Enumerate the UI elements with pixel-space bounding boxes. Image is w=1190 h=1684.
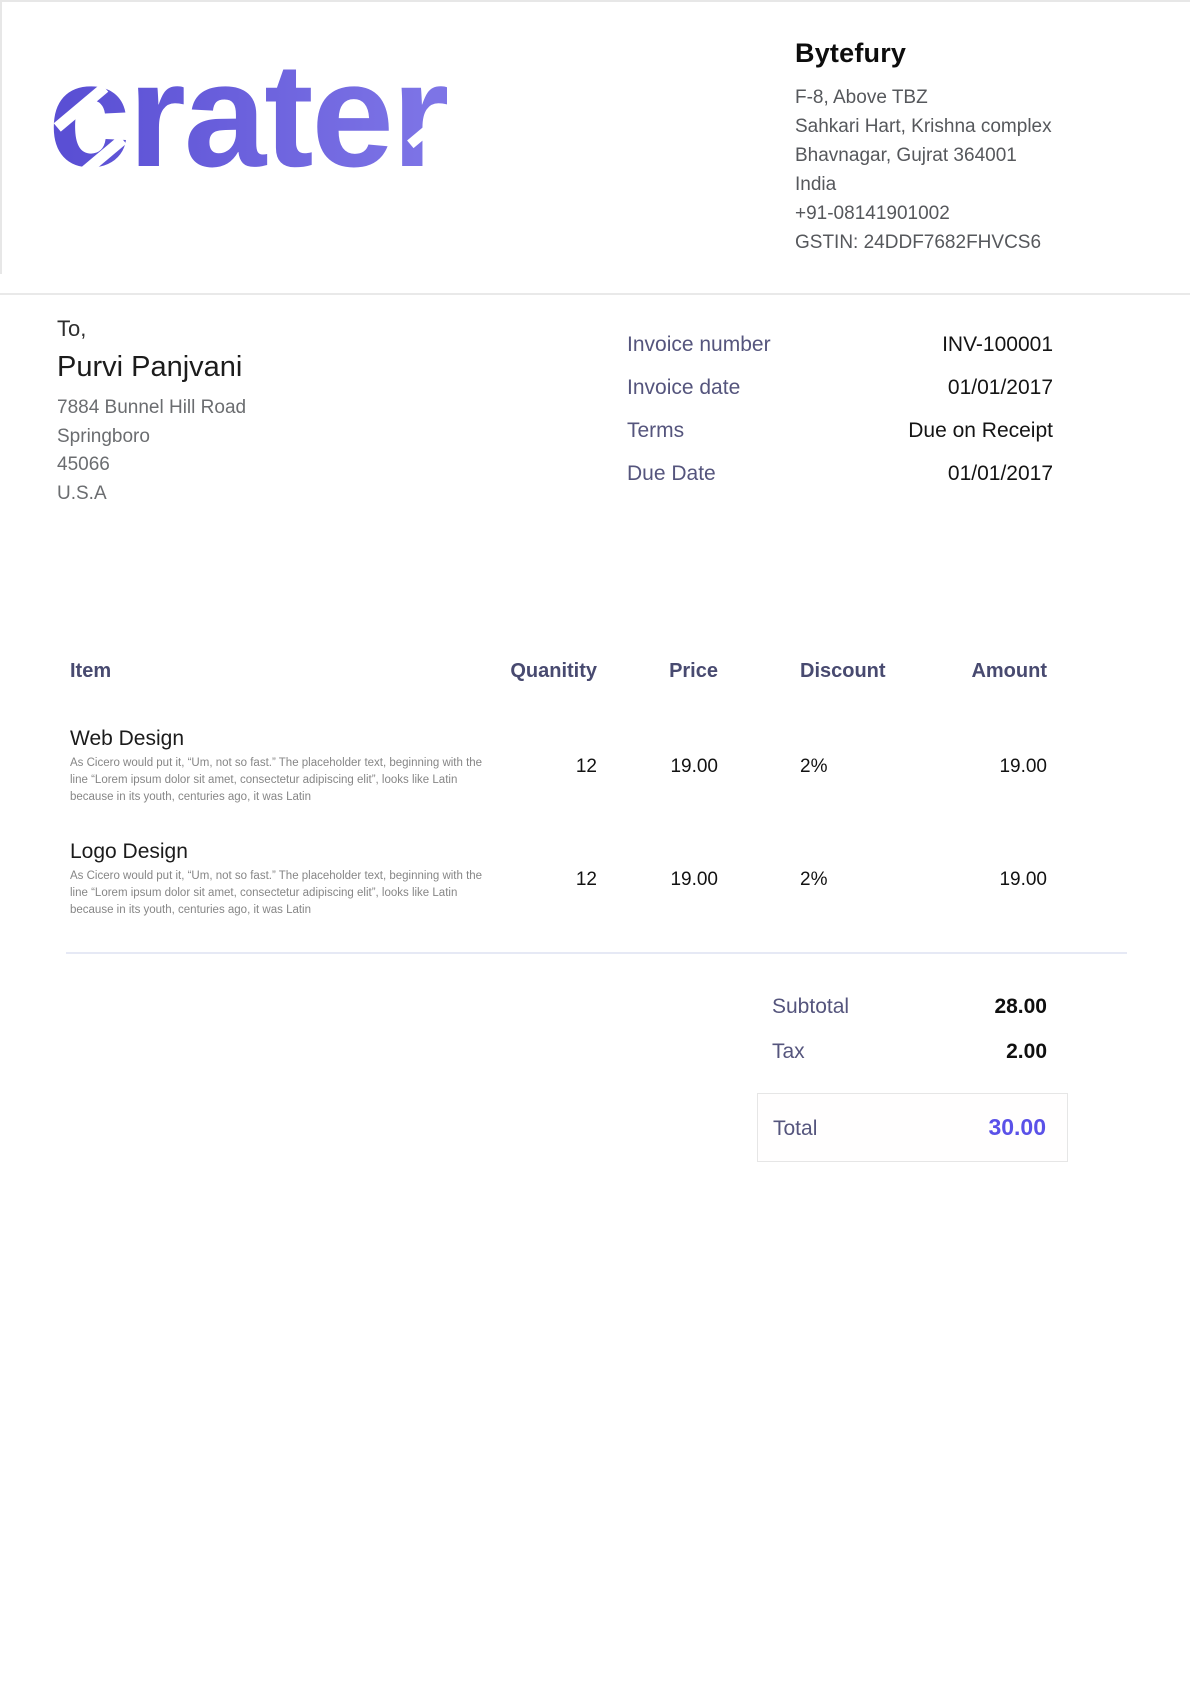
column-header-discount: Discount	[718, 658, 930, 685]
invoice-number-label: Invoice number	[627, 332, 771, 358]
invoice-details: Invoice number INV-100001 Invoice date 0…	[627, 332, 1053, 508]
table-row: Logo Design As Cicero would put it, “Um,…	[70, 839, 1047, 919]
total-label: Total	[773, 1117, 817, 1141]
invoice-header: crater Bytefury F-8, Above TBZ Sahkari H…	[0, 2, 1190, 295]
totals-block: Subtotal 28.00 Tax 2.00 Total 30.00	[757, 995, 1068, 1162]
invoice-date-row: Invoice date 01/01/2017	[627, 375, 1053, 401]
subtotal-label: Subtotal	[772, 995, 849, 1019]
customer-address-line: 45066	[57, 451, 627, 480]
company-address-line: Sahkari Hart, Krishna complex	[795, 112, 1085, 141]
company-name: Bytefury	[795, 38, 1085, 69]
item-price: 19.00	[597, 839, 718, 919]
customer-address-line: U.S.A	[57, 480, 627, 509]
total-row: Total 30.00	[757, 1093, 1068, 1162]
invoice-date-label: Invoice date	[627, 375, 740, 401]
column-header-item: Item	[70, 658, 500, 685]
items-table-header: Item Quanitity Price Discount Amount	[70, 658, 1047, 685]
terms-value: Due on Receipt	[908, 418, 1053, 444]
item-quantity: 12	[500, 726, 597, 806]
total-value: 30.00	[988, 1114, 1046, 1141]
item-cell: Web Design As Cicero would put it, “Um, …	[70, 726, 500, 806]
subtotal-value: 28.00	[994, 995, 1047, 1019]
to-label: To,	[57, 314, 627, 344]
column-header-quantity: Quanitity	[500, 658, 597, 685]
subtotal-row: Subtotal 28.00	[757, 995, 1068, 1019]
item-name: Web Design	[70, 726, 500, 752]
invoice-meta-section: To, Purvi Panjvani 7884 Bunnel Hill Road…	[0, 314, 1190, 508]
invoice-number-value: INV-100001	[942, 332, 1053, 358]
crater-logo: crater	[48, 42, 447, 194]
item-discount: 2%	[718, 726, 930, 806]
due-date-value: 01/01/2017	[948, 461, 1053, 487]
column-header-price: Price	[597, 658, 718, 685]
item-description: As Cicero would put it, “Um, not so fast…	[70, 755, 498, 806]
terms-label: Terms	[627, 418, 684, 444]
item-cell: Logo Design As Cicero would put it, “Um,…	[70, 839, 500, 919]
item-amount: 19.00	[930, 839, 1047, 919]
page-edge	[0, 2, 2, 274]
invoice-date-value: 01/01/2017	[948, 375, 1053, 401]
due-date-row: Due Date 01/01/2017	[627, 461, 1053, 487]
column-header-amount: Amount	[930, 658, 1047, 685]
table-row: Web Design As Cicero would put it, “Um, …	[70, 726, 1047, 806]
crater-logo-text: crater	[48, 42, 447, 190]
company-address-line: India	[795, 170, 1085, 199]
tax-row: Tax 2.00	[757, 1040, 1068, 1064]
bill-to-block: To, Purvi Panjvani 7884 Bunnel Hill Road…	[57, 314, 627, 508]
company-address-line: Bhavnagar, Gujrat 364001	[795, 141, 1085, 170]
company-info: Bytefury F-8, Above TBZ Sahkari Hart, Kr…	[795, 38, 1085, 293]
item-description: As Cicero would put it, “Um, not so fast…	[70, 868, 498, 919]
customer-address-line: Springboro	[57, 423, 627, 452]
customer-address-line: 7884 Bunnel Hill Road	[57, 394, 627, 423]
company-gstin: GSTIN: 24DDF7682FHVCS6	[795, 228, 1085, 257]
item-name: Logo Design	[70, 839, 500, 865]
due-date-label: Due Date	[627, 461, 716, 487]
item-discount: 2%	[718, 839, 930, 919]
item-quantity: 12	[500, 839, 597, 919]
customer-name: Purvi Panjvani	[57, 351, 627, 384]
tax-value: 2.00	[1006, 1040, 1047, 1064]
terms-row: Terms Due on Receipt	[627, 418, 1053, 444]
invoice-page: crater Bytefury F-8, Above TBZ Sahkari H…	[0, 0, 1190, 1684]
item-price: 19.00	[597, 726, 718, 806]
company-address-line: F-8, Above TBZ	[795, 83, 1085, 112]
items-table: Item Quanitity Price Discount Amount Web…	[70, 658, 1047, 919]
company-phone: +91-08141901002	[795, 199, 1085, 228]
item-amount: 19.00	[930, 726, 1047, 806]
table-divider	[66, 952, 1127, 954]
invoice-number-row: Invoice number INV-100001	[627, 332, 1053, 358]
tax-label: Tax	[772, 1040, 805, 1064]
